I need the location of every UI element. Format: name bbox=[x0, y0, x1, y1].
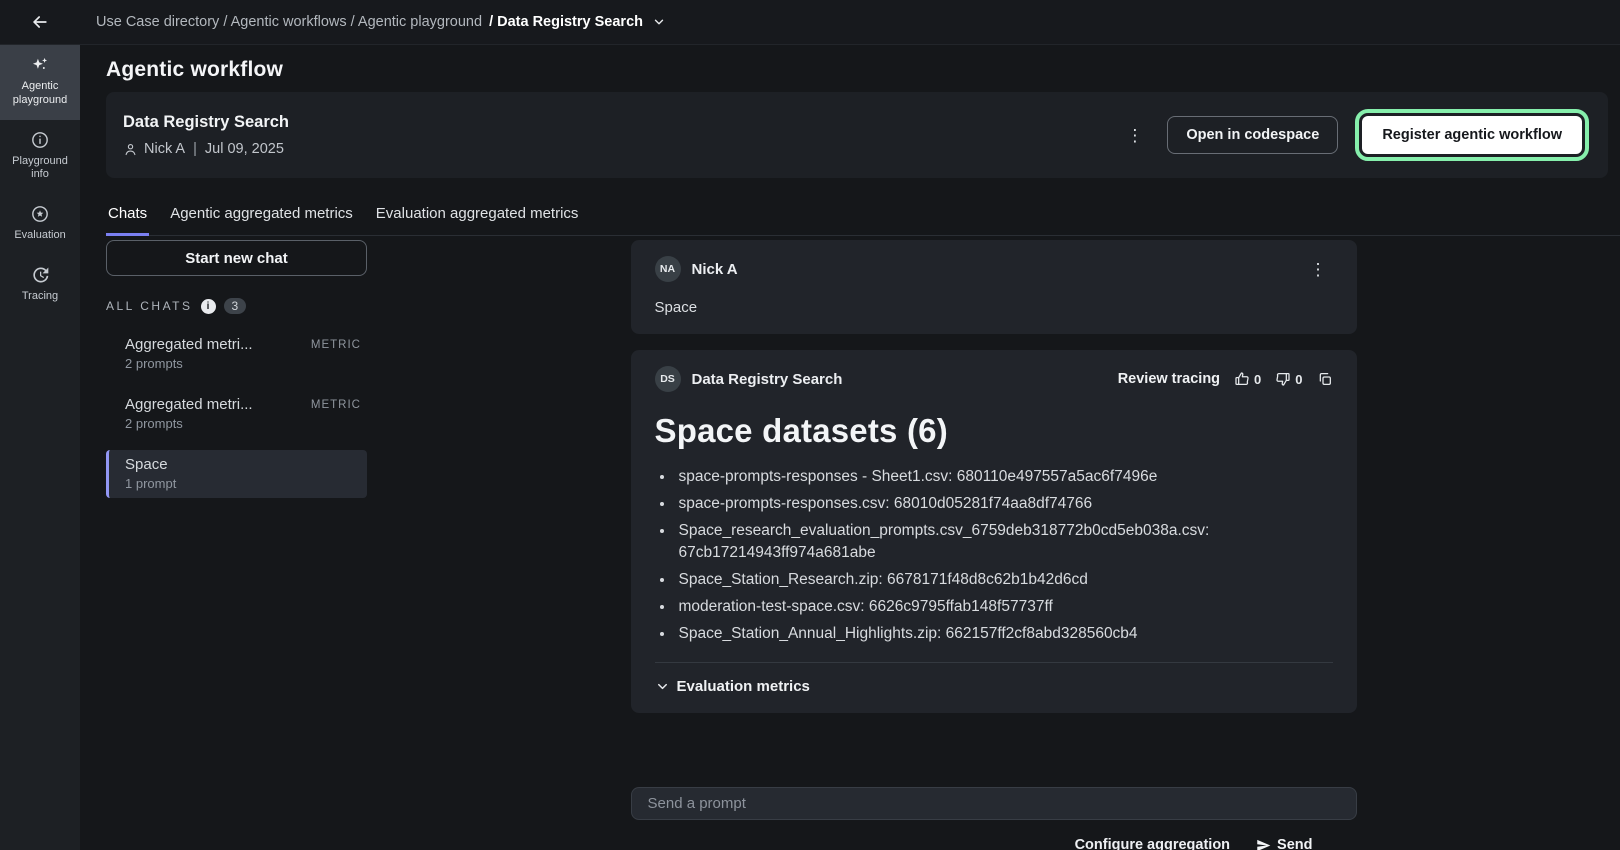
user-message-card: NA Nick A ⋮ Space bbox=[631, 240, 1357, 334]
chat-count-badge: 3 bbox=[224, 298, 247, 314]
thumbs-down-icon bbox=[1275, 371, 1291, 387]
dataset-list-item: Space_research_evaluation_prompts.csv_67… bbox=[675, 520, 1333, 564]
info-icon[interactable]: i bbox=[201, 299, 216, 314]
thumbs-down-count: 0 bbox=[1295, 372, 1302, 387]
chat-item-title: Aggregated metri... bbox=[125, 336, 253, 353]
workflow-meta: Nick A | Jul 09, 2025 bbox=[123, 141, 289, 157]
chat-area: NA Nick A ⋮ Space DS Data Registry Searc… bbox=[367, 240, 1620, 850]
composer: Configure aggregation Send bbox=[631, 787, 1357, 850]
send-icon bbox=[1256, 838, 1271, 850]
chat-list-panel: Start new chat ALL CHATS i 3 Aggregated … bbox=[106, 240, 367, 850]
tab-agentic-aggregated-metrics[interactable]: Agentic aggregated metrics bbox=[168, 205, 355, 236]
dataset-list-item: Space_Station_Research.zip: 6678171f48d8… bbox=[675, 569, 1333, 591]
chat-list-item-selected[interactable]: Space 1 prompt bbox=[106, 450, 367, 498]
breadcrumb: Use Case directory / Agentic workflows /… bbox=[96, 14, 666, 30]
top-bar: Use Case directory / Agentic workflows /… bbox=[0, 0, 1620, 45]
chevron-down-icon[interactable] bbox=[652, 15, 666, 29]
divider bbox=[655, 662, 1333, 663]
dataset-list: space-prompts-responses - Sheet1.csv: 68… bbox=[675, 466, 1333, 645]
send-label: Send bbox=[1277, 837, 1312, 850]
sidebar-item-agentic-playground[interactable]: Agentic playground bbox=[0, 45, 80, 120]
metric-badge: METRIC bbox=[311, 339, 361, 351]
evaluation-metrics-toggle[interactable]: Evaluation metrics bbox=[655, 678, 1333, 695]
sidebar-item-label: Evaluation bbox=[14, 229, 65, 243]
sparkles-icon bbox=[30, 55, 50, 75]
chat-item-title: Aggregated metri... bbox=[125, 396, 253, 413]
configure-aggregation-link[interactable]: Configure aggregation bbox=[1075, 837, 1230, 850]
start-new-chat-button[interactable]: Start new chat bbox=[106, 240, 367, 276]
breadcrumb-current[interactable]: / Data Registry Search bbox=[489, 14, 643, 30]
review-tracing-link[interactable]: Review tracing bbox=[1118, 371, 1220, 387]
thumbs-up-button[interactable]: 0 bbox=[1234, 371, 1261, 387]
tab-evaluation-aggregated-metrics[interactable]: Evaluation aggregated metrics bbox=[374, 205, 581, 236]
avatar: NA bbox=[655, 256, 681, 282]
chat-list-item[interactable]: Aggregated metri... METRIC 2 prompts bbox=[106, 330, 367, 378]
back-button[interactable] bbox=[30, 12, 50, 32]
workflow-title: Data Registry Search bbox=[123, 113, 289, 132]
chat-item-subtitle: 2 prompts bbox=[125, 416, 361, 431]
person-icon bbox=[123, 142, 138, 157]
tab-chats[interactable]: Chats bbox=[106, 205, 149, 236]
evaluation-icon bbox=[30, 204, 50, 224]
sidebar: Agentic playground Playground info Evalu… bbox=[0, 45, 80, 850]
chat-item-subtitle: 2 prompts bbox=[125, 356, 361, 371]
user-message-text: Space bbox=[655, 299, 1333, 316]
open-in-codespace-button[interactable]: Open in codespace bbox=[1167, 116, 1338, 154]
message-sender: Nick A bbox=[692, 261, 738, 278]
meta-separator: | bbox=[193, 141, 197, 157]
thumbs-up-count: 0 bbox=[1254, 372, 1261, 387]
main-panel: Agentic workflow Data Registry Search Ni… bbox=[80, 45, 1620, 850]
sidebar-item-label: Tracing bbox=[22, 290, 58, 304]
breadcrumb-trail: Use Case directory / Agentic workflows /… bbox=[96, 14, 482, 30]
sidebar-item-playground-info[interactable]: Playground info bbox=[0, 120, 80, 195]
dataset-list-item: Space_Station_Annual_Highlights.zip: 662… bbox=[675, 623, 1333, 645]
chat-item-subtitle: 1 prompt bbox=[125, 476, 361, 491]
dataset-list-item: space-prompts-responses.csv: 68010d05281… bbox=[675, 493, 1333, 515]
avatar: DS bbox=[655, 366, 681, 392]
all-chats-label: ALL CHATS bbox=[106, 299, 193, 313]
app-window: Use Case directory / Agentic workflows /… bbox=[0, 0, 1620, 850]
page-title: Agentic workflow bbox=[106, 58, 1620, 82]
info-icon bbox=[30, 130, 50, 150]
register-agentic-workflow-button[interactable]: Register agentic workflow bbox=[1362, 116, 1582, 154]
sidebar-item-evaluation[interactable]: Evaluation bbox=[0, 194, 80, 255]
sidebar-item-label: Agentic playground bbox=[4, 80, 76, 108]
thumbs-down-button[interactable]: 0 bbox=[1275, 371, 1302, 387]
copy-icon bbox=[1317, 371, 1333, 387]
dataset-list-item: moderation-test-space.csv: 6626c9795ffab… bbox=[675, 596, 1333, 618]
workflow-date: Jul 09, 2025 bbox=[205, 141, 284, 157]
message-sender: Data Registry Search bbox=[692, 371, 843, 388]
sidebar-item-tracing[interactable]: Tracing bbox=[0, 255, 80, 316]
message-kebab-menu[interactable]: ⋮ bbox=[1304, 257, 1333, 282]
workflow-author: Nick A bbox=[144, 141, 185, 157]
chat-list-item[interactable]: Aggregated metri... METRIC 2 prompts bbox=[106, 390, 367, 438]
back-cell bbox=[0, 12, 80, 32]
sidebar-item-label: Playground info bbox=[4, 155, 76, 183]
metric-badge: METRIC bbox=[311, 399, 361, 411]
workflow-header-card: Data Registry Search Nick A | Jul 09, 20… bbox=[106, 92, 1608, 178]
dataset-list-item: space-prompts-responses - Sheet1.csv: 68… bbox=[675, 466, 1333, 488]
evaluation-metrics-label: Evaluation metrics bbox=[677, 678, 810, 695]
chat-item-title: Space bbox=[125, 456, 168, 473]
arrow-left-icon bbox=[30, 12, 50, 32]
copy-button[interactable] bbox=[1317, 371, 1333, 387]
send-button[interactable]: Send bbox=[1256, 837, 1312, 850]
response-heading: Space datasets (6) bbox=[655, 412, 1333, 450]
tab-bar: Chats Agentic aggregated metrics Evaluat… bbox=[106, 205, 1620, 236]
chevron-down-icon bbox=[655, 679, 670, 694]
history-icon bbox=[30, 265, 50, 285]
all-chats-header: ALL CHATS i 3 bbox=[106, 298, 367, 314]
assistant-message-card: DS Data Registry Search Review tracing 0 bbox=[631, 350, 1357, 713]
workflow-kebab-menu[interactable]: ⋮ bbox=[1120, 123, 1149, 148]
thumbs-up-icon bbox=[1234, 371, 1250, 387]
prompt-input[interactable] bbox=[631, 787, 1357, 820]
